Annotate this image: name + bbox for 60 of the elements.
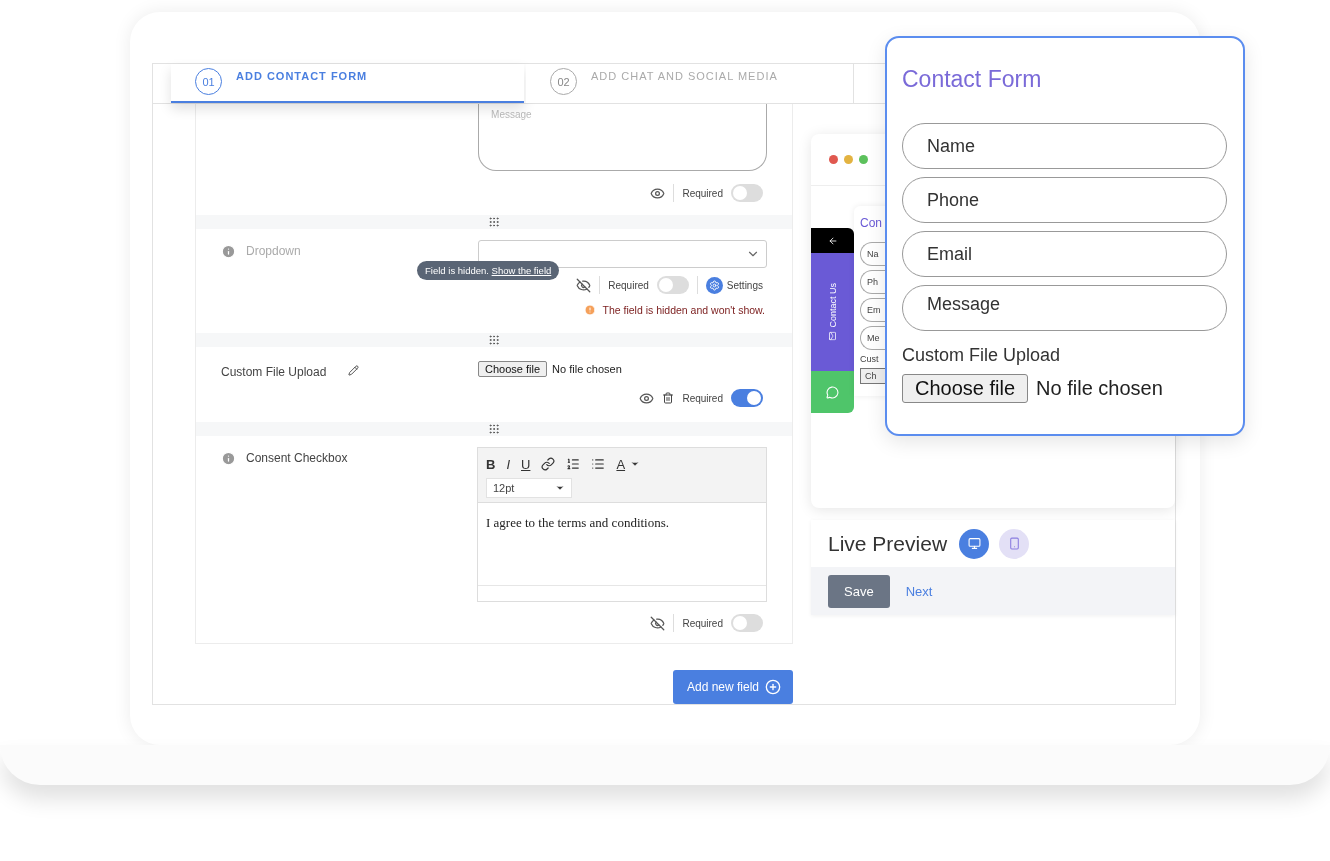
required-label: Required [608, 279, 649, 291]
mail-icon [828, 331, 837, 341]
collapse-tab-button[interactable] [811, 228, 854, 253]
required-toggle[interactable] [731, 614, 763, 632]
upload-label: Custom File Upload [902, 345, 1062, 366]
required-label: Required [682, 187, 723, 199]
gear-icon [708, 279, 720, 291]
required-label: Required [682, 392, 723, 404]
choose-file-button[interactable]: Choose file [478, 361, 548, 377]
window-dot-icon [844, 155, 853, 164]
contact-us-tab[interactable]: Contact Us [811, 253, 854, 371]
required-toggle[interactable] [731, 389, 763, 407]
live-preview-title: Live Preview [828, 531, 948, 556]
editor-text: I agree to the terms and conditions. [486, 515, 670, 530]
underline-button[interactable]: U [521, 456, 531, 472]
popup-title: Contact Form [902, 66, 1043, 93]
italic-button[interactable]: I [506, 456, 510, 472]
required-label: Required [682, 617, 723, 629]
bold-button[interactable]: B [486, 456, 496, 472]
text-color-button[interactable]: A [616, 456, 626, 472]
drag-handle-icon[interactable] [488, 423, 500, 435]
mobile-view-button[interactable] [999, 528, 1030, 559]
mini-upload-label: Cust [860, 354, 880, 364]
field-label: Custom File Upload [221, 365, 327, 379]
monitor-icon [967, 537, 981, 550]
info-icon [221, 244, 236, 259]
caret-icon[interactable] [630, 459, 641, 469]
mini-form-title: Con [860, 216, 883, 230]
choose-file-button[interactable]: Choose file [902, 374, 1029, 403]
drag-handle-icon[interactable] [488, 216, 500, 228]
arrow-left-icon [827, 235, 838, 246]
drag-handle-icon[interactable] [488, 334, 500, 346]
file-status: No file chosen [1036, 377, 1163, 400]
window-dot-icon [859, 155, 868, 164]
chat-bubble-icon [826, 385, 839, 399]
add-field-button[interactable]: Add new field [672, 670, 793, 704]
warning-message: The field is hidden and won't show. [602, 304, 765, 316]
step-tab[interactable]: 01 ADD CONTACT FORM [171, 64, 524, 103]
placeholder-text: Message [491, 109, 532, 120]
trash-icon[interactable] [662, 392, 675, 404]
next-link[interactable]: Next [905, 583, 933, 599]
file-status: No file chosen [552, 363, 622, 375]
link-icon[interactable] [541, 457, 556, 471]
required-toggle[interactable] [731, 184, 763, 202]
bullet-list-icon[interactable] [591, 457, 606, 471]
phone-icon [1007, 537, 1021, 550]
field-label: Consent Checkbox [246, 451, 348, 465]
plus-circle-icon [765, 679, 781, 695]
warning-icon [584, 304, 597, 316]
pencil-icon[interactable] [348, 365, 360, 376]
rich-text-editor[interactable]: B I U A 12pt I agree to the terms and conditions. [477, 447, 767, 602]
font-size-select[interactable]: 12pt [486, 478, 572, 498]
field-label: Dropdown [246, 244, 301, 258]
desktop-view-button[interactable] [959, 528, 990, 559]
ordered-list-icon[interactable] [566, 457, 581, 471]
caret-icon [555, 483, 565, 493]
save-button[interactable]: Save [828, 574, 890, 608]
window-dot-icon [829, 155, 838, 164]
info-icon [221, 451, 236, 466]
hidden-field-tooltip: Field is hidden. Show the field [417, 261, 560, 280]
